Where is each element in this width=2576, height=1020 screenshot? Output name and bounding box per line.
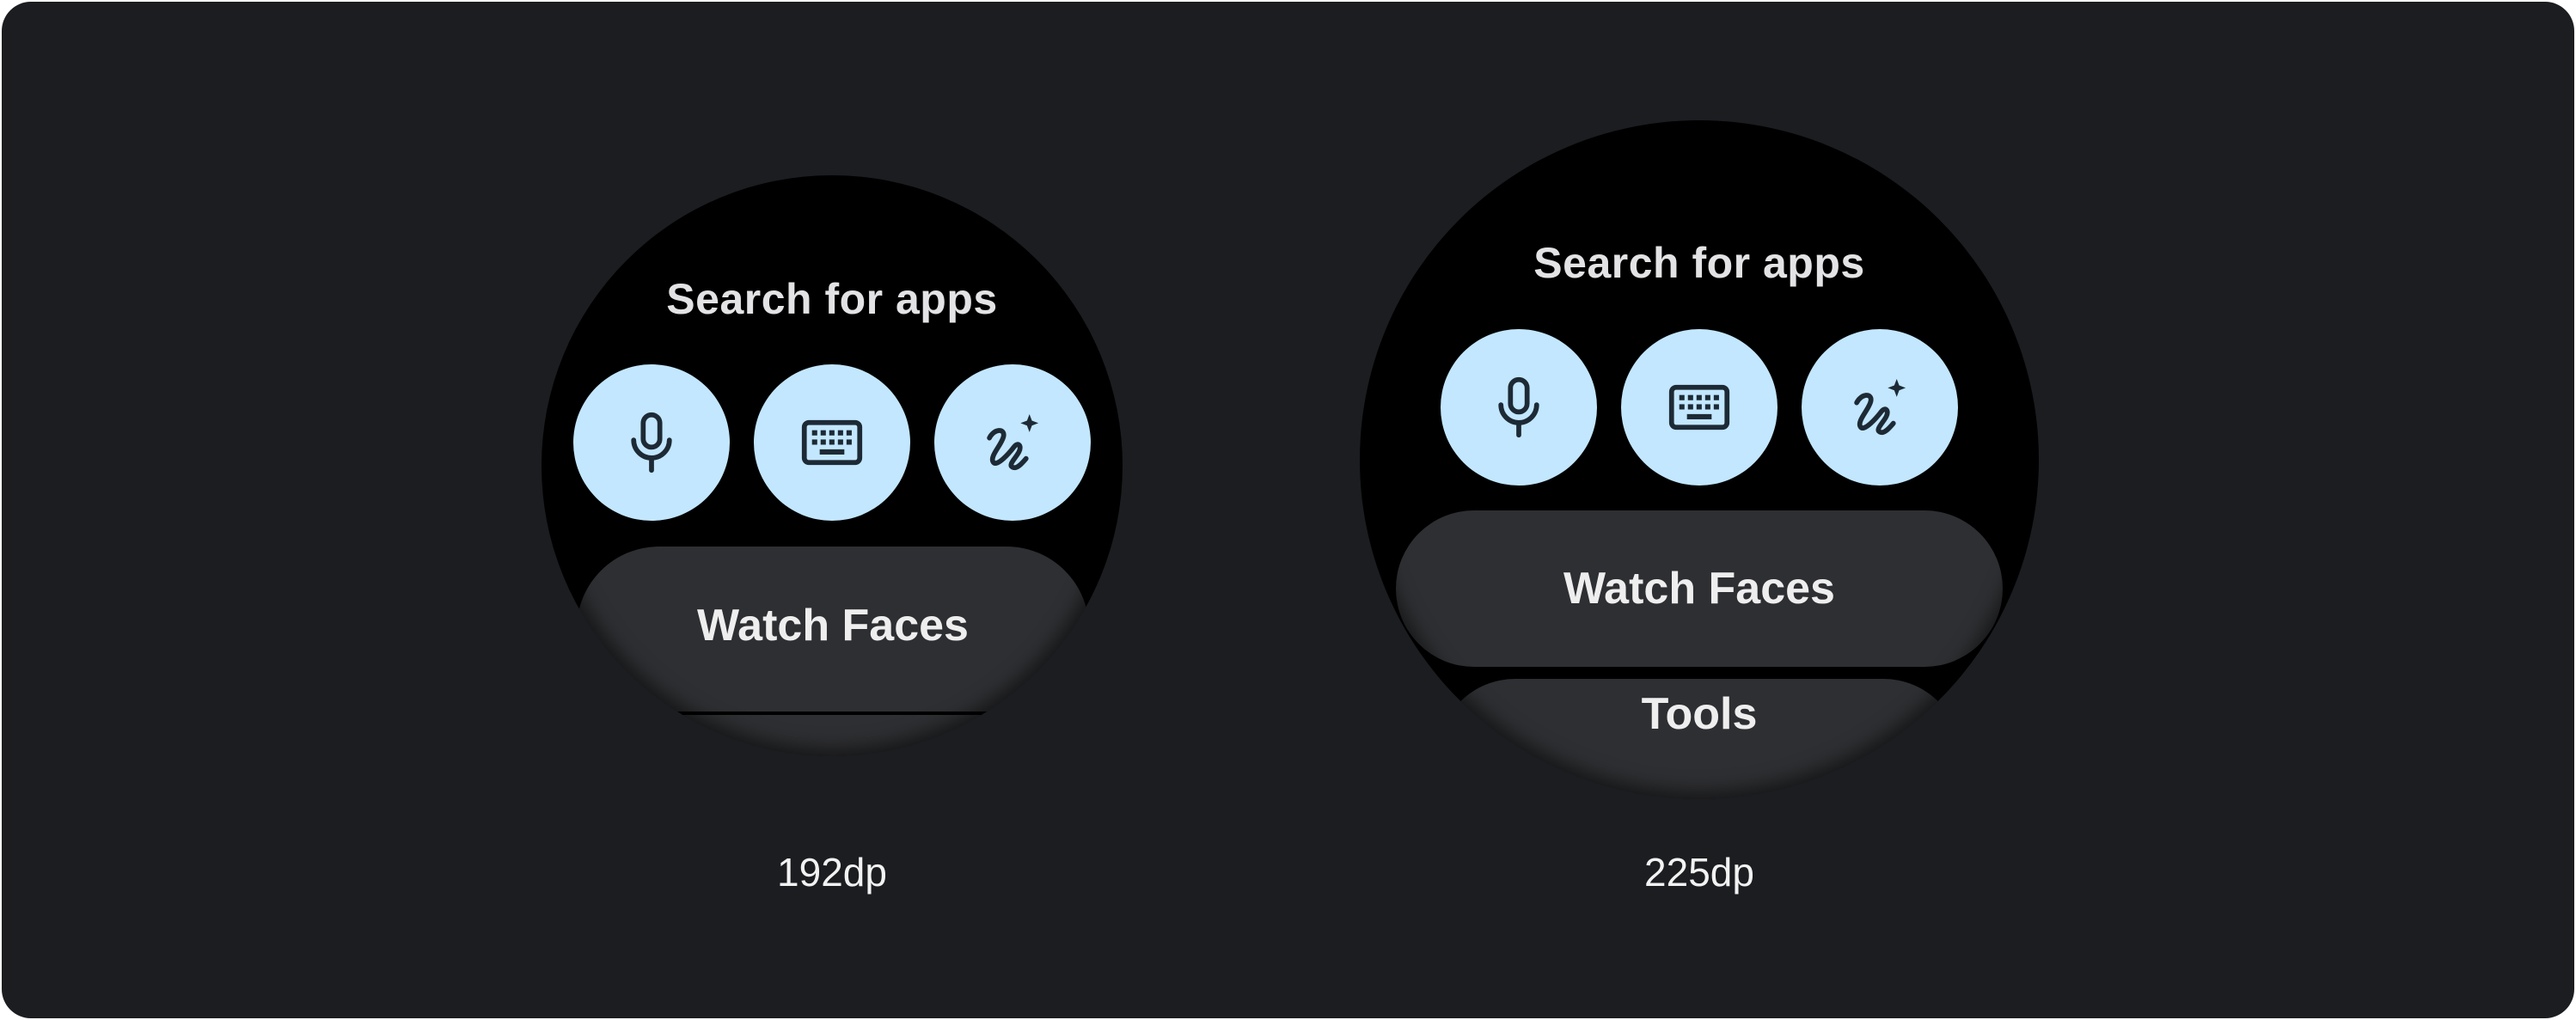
watch-faces-chip[interactable]: Watch Faces <box>1396 510 2003 667</box>
watch-small: Search for apps Watch Faces <box>542 175 1123 756</box>
next-chip[interactable] <box>577 715 1089 756</box>
size-label-large: 225dp <box>1644 850 1754 895</box>
watch-faces-label: Watch Faces <box>697 601 969 650</box>
keyboard-search-button[interactable] <box>1621 329 1778 486</box>
watch-faces-label: Watch Faces <box>1563 564 1835 614</box>
keyboard-icon <box>1668 384 1730 431</box>
handwriting-icon <box>1854 379 1906 436</box>
voice-search-button[interactable] <box>573 364 730 521</box>
handwriting-icon <box>987 414 1039 471</box>
handwriting-search-button[interactable] <box>934 364 1091 521</box>
voice-search-button[interactable] <box>1441 329 1597 486</box>
watch-large: Search for apps Watch Faces Tools <box>1360 120 2039 799</box>
search-title: Search for apps <box>1533 239 1865 287</box>
handwriting-search-button[interactable] <box>1802 329 1958 486</box>
tools-chip[interactable]: Tools <box>1437 679 1961 799</box>
tools-label: Tools <box>1641 689 1758 739</box>
search-title: Search for apps <box>666 275 998 323</box>
keyboard-search-button[interactable] <box>754 364 910 521</box>
keyboard-icon <box>801 419 863 466</box>
microphone-icon <box>631 412 672 473</box>
size-label-small: 192dp <box>777 850 887 895</box>
watch-faces-chip[interactable]: Watch Faces <box>577 547 1089 712</box>
canvas: Search for apps Watch Faces Search for a… <box>2 2 2574 1018</box>
microphone-icon <box>1498 376 1539 438</box>
